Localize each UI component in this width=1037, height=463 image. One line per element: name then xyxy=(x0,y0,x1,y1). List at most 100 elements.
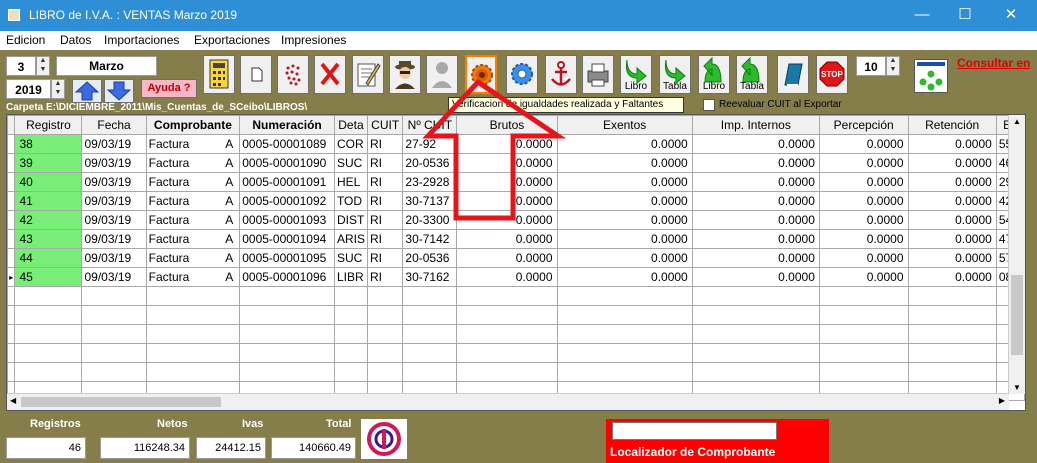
cell-comprobante[interactable]: Factura A xyxy=(145,267,241,287)
empty-cell[interactable] xyxy=(81,324,147,344)
col-percepcion[interactable]: Percepción xyxy=(818,115,909,135)
empty-cell[interactable] xyxy=(145,305,241,325)
cell-numeracion[interactable]: 0005-00001094 xyxy=(239,229,335,249)
cell-brutos[interactable]: 0.0000 xyxy=(456,267,558,287)
delete-button[interactable] xyxy=(314,55,346,94)
col-registro[interactable]: Registro xyxy=(14,115,83,135)
cell-numeracion[interactable]: 0005-00001090 xyxy=(239,153,335,173)
horizontal-scroll-thumb[interactable] xyxy=(21,397,221,407)
cell-cuit[interactable]: RI xyxy=(366,248,404,268)
cell-brutos[interactable]: 0.0000 xyxy=(456,248,558,268)
cell-numeracion[interactable]: 0005-00001089 xyxy=(239,134,335,154)
brand-logo-button[interactable] xyxy=(361,419,407,459)
empty-cell[interactable] xyxy=(14,362,83,382)
empty-cell[interactable] xyxy=(907,305,997,325)
cell-retencion[interactable]: 0.0000 xyxy=(907,153,997,173)
empty-row[interactable] xyxy=(7,305,1025,325)
calculator-button[interactable] xyxy=(203,55,235,94)
empty-cell[interactable] xyxy=(366,324,404,344)
cell-exentos[interactable]: 0.0000 xyxy=(556,210,693,230)
download-arrow-button[interactable] xyxy=(104,79,134,103)
empty-cell[interactable] xyxy=(81,343,147,363)
cell-detalle[interactable]: COR xyxy=(333,134,368,154)
cell-fecha[interactable]: 09/03/19 xyxy=(81,172,147,192)
cell-comprobante[interactable]: Factura A xyxy=(145,248,241,268)
scroll-left-icon[interactable]: ◀ xyxy=(10,396,16,405)
empty-cell[interactable] xyxy=(81,286,147,306)
cell-numeracion[interactable]: 0005-00001093 xyxy=(239,210,335,230)
cell-numeracion[interactable]: 0005-00001092 xyxy=(239,191,335,211)
empty-cell[interactable] xyxy=(818,362,909,382)
cell-comprobante[interactable]: Factura A xyxy=(145,153,241,173)
cell-cuit[interactable]: RI xyxy=(366,191,404,211)
empty-cell[interactable] xyxy=(366,362,404,382)
cell-retencion[interactable]: 0.0000 xyxy=(907,172,997,192)
consult-link[interactable]: Consultar en xyxy=(957,56,1030,70)
col-numeracion[interactable]: Numeración xyxy=(239,115,335,135)
cell-registro[interactable]: 44 xyxy=(14,248,83,268)
empty-cell[interactable] xyxy=(7,324,16,344)
empty-cell[interactable] xyxy=(333,286,368,306)
cell-retencion[interactable]: 0.0000 xyxy=(907,267,997,287)
menu-edicion[interactable]: Edicion xyxy=(6,33,45,47)
cell-fecha[interactable]: 09/03/19 xyxy=(81,153,147,173)
empty-cell[interactable] xyxy=(7,286,16,306)
empty-cell[interactable] xyxy=(907,362,997,382)
empty-cell[interactable] xyxy=(145,324,241,344)
cell-retencion[interactable]: 0.0000 xyxy=(907,229,997,249)
cell-cuit[interactable]: RI xyxy=(366,172,404,192)
col-detalle[interactable]: Deta xyxy=(333,115,368,135)
empty-cell[interactable] xyxy=(239,305,335,325)
stop-button[interactable]: STOP xyxy=(816,55,848,94)
empty-cell[interactable] xyxy=(818,343,909,363)
grid-tool-button[interactable] xyxy=(277,55,309,94)
cell-exentos[interactable]: 0.0000 xyxy=(556,267,693,287)
print-button[interactable] xyxy=(582,55,614,94)
cell-exentos[interactable]: 0.0000 xyxy=(556,229,693,249)
empty-cell[interactable] xyxy=(402,305,458,325)
minimize-button[interactable]: — xyxy=(899,0,945,31)
empty-cell[interactable] xyxy=(691,362,820,382)
empty-cell[interactable] xyxy=(556,324,693,344)
cell-retencion[interactable]: 0.0000 xyxy=(907,248,997,268)
cell-detalle[interactable]: ARIS xyxy=(333,229,368,249)
cell-percepcion[interactable]: 0.0000 xyxy=(818,191,909,211)
empty-cell[interactable] xyxy=(691,286,820,306)
cell-retencion[interactable]: 0.0000 xyxy=(907,191,997,211)
empty-row[interactable] xyxy=(7,343,1025,363)
cell-cuit[interactable]: RI xyxy=(366,210,404,230)
col-exentos[interactable]: Exentos xyxy=(556,115,693,135)
scroll-right-icon[interactable]: ▶ xyxy=(999,396,1005,405)
count-field[interactable]: 10 xyxy=(856,56,886,76)
col-imp-internos[interactable]: Imp. Internos xyxy=(691,115,820,135)
cell-registro[interactable]: 43 xyxy=(14,229,83,249)
empty-cell[interactable] xyxy=(145,286,241,306)
close-button[interactable]: ✕ xyxy=(988,0,1034,31)
maximize-button[interactable]: ☐ xyxy=(942,0,988,31)
empty-row[interactable] xyxy=(7,362,1025,382)
empty-cell[interactable] xyxy=(366,305,404,325)
row-indicator[interactable] xyxy=(7,153,16,173)
cell-cuit[interactable]: RI xyxy=(366,134,404,154)
year-field[interactable]: 2019 xyxy=(6,79,51,99)
empty-cell[interactable] xyxy=(456,324,558,344)
empty-cell[interactable] xyxy=(145,362,241,382)
cell-nro-cuit[interactable]: 20-0536 xyxy=(402,248,458,268)
cell-cuit[interactable]: RI xyxy=(366,153,404,173)
empty-cell[interactable] xyxy=(402,362,458,382)
row-indicator[interactable] xyxy=(7,229,16,249)
cell-comprobante[interactable]: Factura A xyxy=(145,229,241,249)
cell-percepcion[interactable]: 0.0000 xyxy=(818,248,909,268)
cell-exentos[interactable]: 0.0000 xyxy=(556,191,693,211)
empty-cell[interactable] xyxy=(239,286,335,306)
empty-cell[interactable] xyxy=(7,343,16,363)
empty-cell[interactable] xyxy=(907,343,997,363)
cell-imp-internos[interactable]: 0.0000 xyxy=(691,267,820,287)
empty-cell[interactable] xyxy=(14,343,83,363)
tabla-right-button[interactable]: Tabla xyxy=(659,55,691,94)
empty-cell[interactable] xyxy=(239,324,335,344)
cell-comprobante[interactable]: Factura A xyxy=(145,134,241,154)
empty-cell[interactable] xyxy=(818,305,909,325)
empty-row[interactable] xyxy=(7,324,1025,344)
cell-percepcion[interactable]: 0.0000 xyxy=(818,229,909,249)
